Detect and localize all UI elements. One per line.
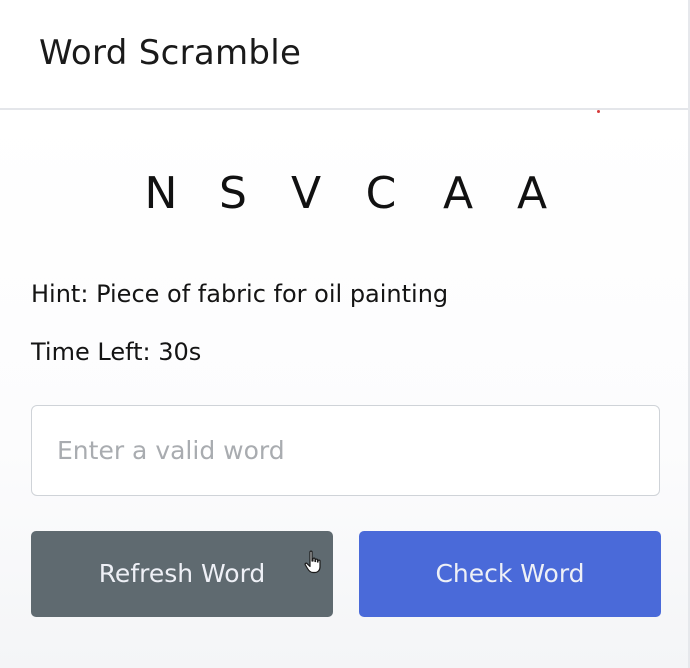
scrambled-letter: N (144, 168, 178, 219)
scrambled-letter: S (219, 168, 247, 219)
word-scramble-app: Word Scramble N S V C A A Hint: Piece of… (0, 0, 690, 668)
hint-label: Hint: (31, 280, 89, 308)
scrambled-letter: V (290, 168, 322, 219)
red-dot-mark (597, 110, 600, 113)
page-title: Word Scramble (39, 33, 302, 73)
scrambled-letter: C (365, 168, 397, 219)
word-input[interactable] (31, 405, 660, 496)
time-left-line: Time Left: 30s (31, 336, 201, 368)
scrambled-letter: A (516, 168, 548, 219)
scrambled-letter: A (442, 168, 474, 219)
time-label: Time Left: (31, 338, 151, 366)
check-word-button[interactable]: Check Word (359, 531, 661, 617)
hand-pointer-icon (304, 550, 321, 574)
refresh-word-button[interactable]: Refresh Word (31, 531, 333, 617)
scrambled-word: N S V C A A (0, 168, 690, 224)
hint-text: Piece of fabric for oil painting (96, 280, 449, 308)
header: Word Scramble (0, 0, 690, 110)
time-value: 30s (158, 338, 202, 366)
hint-line: Hint: Piece of fabric for oil painting (31, 278, 448, 310)
